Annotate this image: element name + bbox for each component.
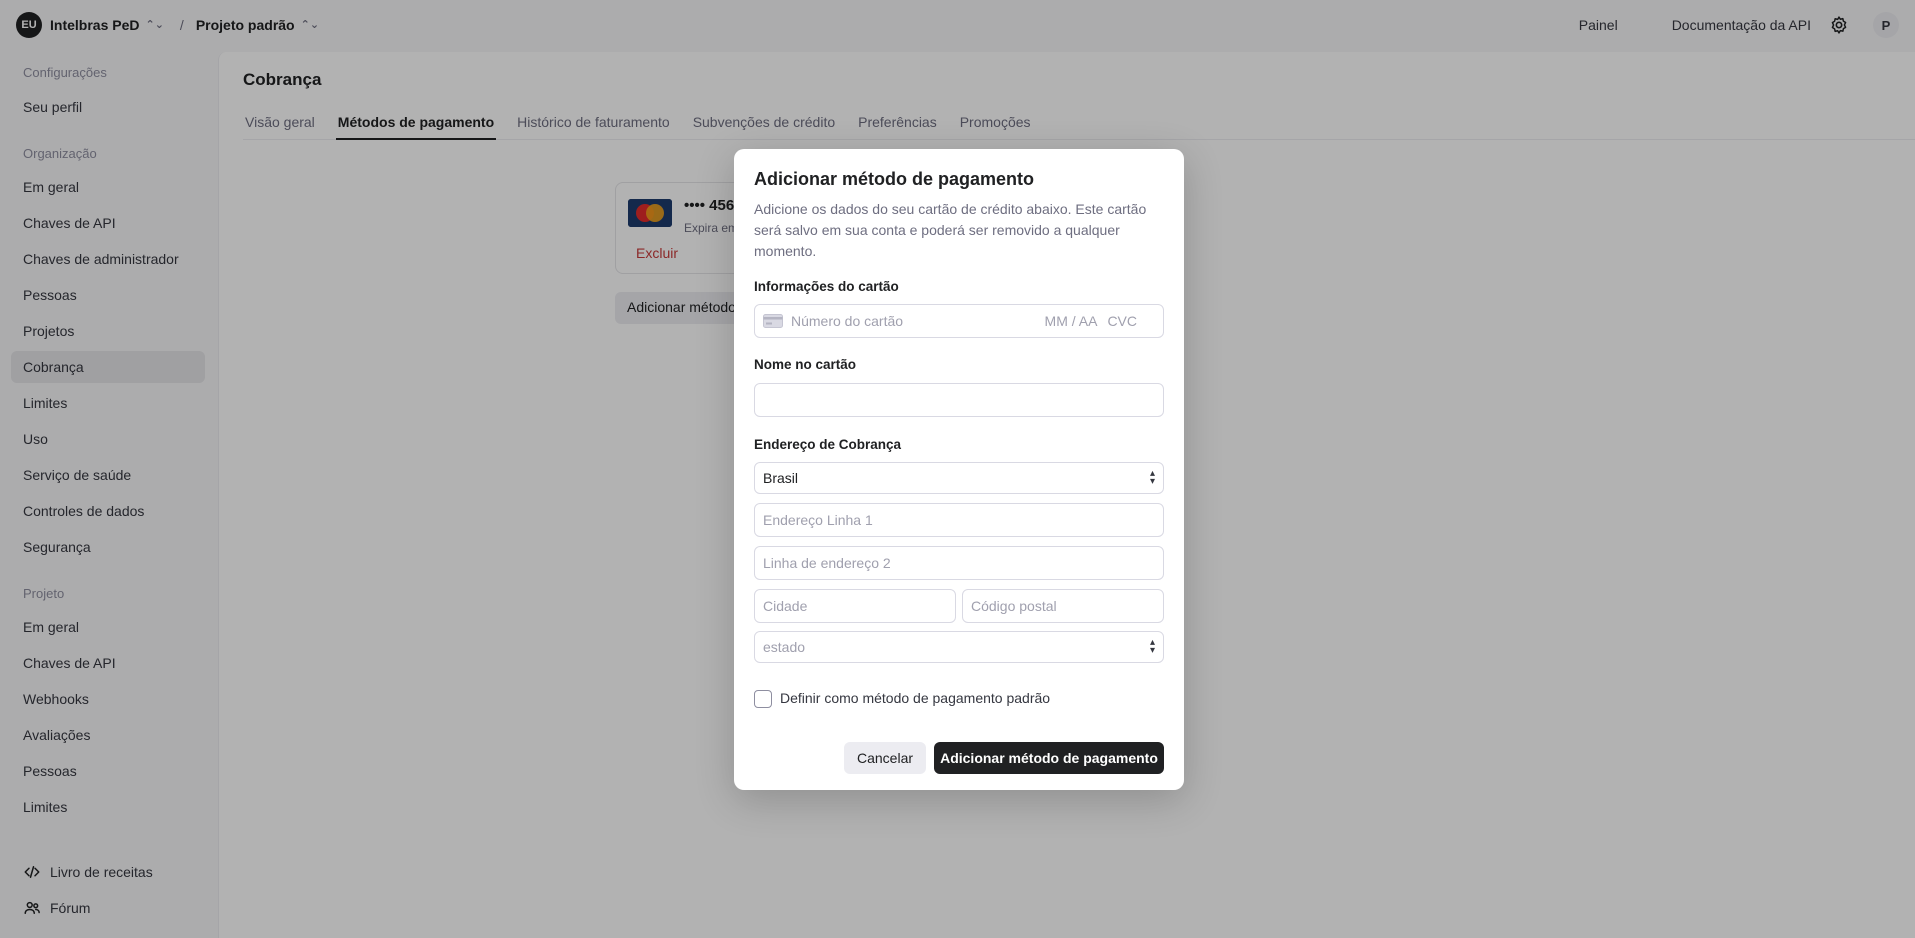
address-line2-field[interactable] <box>754 546 1164 580</box>
cancel-button[interactable]: Cancelar <box>844 742 926 774</box>
dialog-title: Adicionar método de pagamento <box>754 169 1035 189</box>
name-on-card-field[interactable] <box>754 383 1164 417</box>
address-line1-field[interactable] <box>754 503 1164 537</box>
address-line2-input[interactable] <box>763 555 1155 571</box>
chevron-updown-icon: ▴ ▾ <box>1149 468 1155 487</box>
default-method-label[interactable]: Definir como método de pagamento padrão <box>780 690 1050 706</box>
postal-code-input[interactable] <box>971 598 1155 614</box>
submit-payment-method-button[interactable]: Adicionar método de pagamento <box>934 742 1164 774</box>
postal-code-field[interactable] <box>962 589 1164 623</box>
state-value: estado <box>763 639 806 655</box>
card-info-label: Informações do cartão <box>754 279 899 294</box>
address-line1-input[interactable] <box>763 512 1155 528</box>
default-method-checkbox[interactable] <box>754 690 772 708</box>
chevron-updown-icon: ▴ ▾ <box>1149 637 1155 656</box>
add-payment-method-dialog: Adicionar método de pagamento Adicione o… <box>734 149 1184 790</box>
name-on-card-input[interactable] <box>763 392 1155 408</box>
card-number-input[interactable] <box>791 313 1021 329</box>
name-on-card-label: Nome no cartão <box>754 357 857 372</box>
credit-card-icon <box>763 314 783 328</box>
card-details-field[interactable]: MM / AA CVC <box>754 304 1164 338</box>
country-select[interactable]: Brasil ▴ ▾ <box>754 462 1164 494</box>
cvc-input[interactable]: CVC <box>1107 313 1137 329</box>
city-input[interactable] <box>763 598 947 614</box>
country-value: Brasil <box>763 470 799 486</box>
dialog-description: Adicione os dados do seu cartão de crédi… <box>754 201 1147 259</box>
city-field[interactable] <box>754 589 956 623</box>
expiry-input[interactable]: MM / AA <box>1045 313 1098 329</box>
billing-address-label: Endereço de Cobrança <box>754 437 902 452</box>
state-select[interactable]: estado ▴ ▾ <box>754 631 1164 663</box>
